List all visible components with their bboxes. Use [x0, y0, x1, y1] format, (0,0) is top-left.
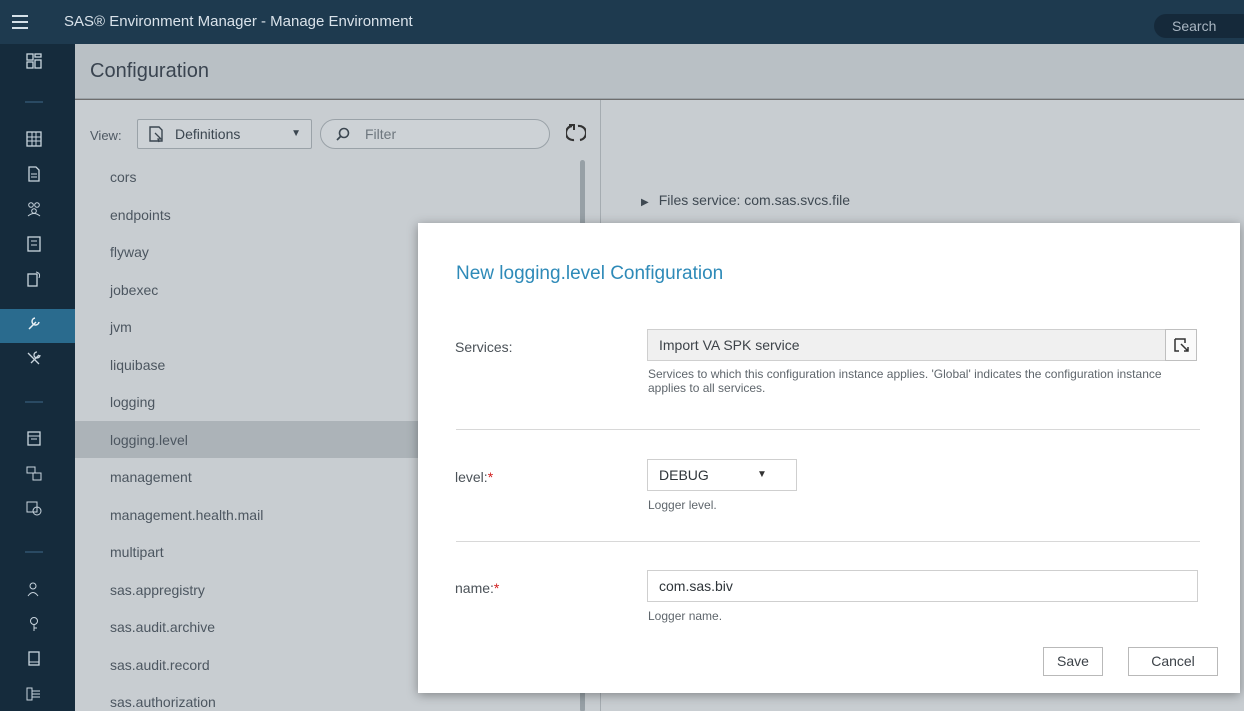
- tools-icon[interactable]: [21, 349, 47, 373]
- divider: [456, 541, 1200, 542]
- refresh-icon[interactable]: [566, 122, 586, 144]
- cancel-button[interactable]: Cancel: [1128, 647, 1218, 676]
- device-icon[interactable]: [21, 650, 47, 674]
- services-help: Services to which this configuration ins…: [648, 367, 1162, 395]
- users-icon[interactable]: [21, 200, 47, 224]
- view-dropdown-value: Definitions: [175, 126, 241, 142]
- save-button[interactable]: Save: [1043, 647, 1103, 676]
- service-row[interactable]: ▶ Files service: com.sas.svcs.file: [641, 192, 850, 208]
- hierarchy-icon[interactable]: [21, 685, 47, 709]
- filter-input[interactable]: Filter: [320, 119, 550, 149]
- document-icon[interactable]: [21, 165, 47, 189]
- menu-icon[interactable]: [8, 10, 34, 34]
- name-field[interactable]: com.sas.biv: [647, 570, 1198, 602]
- user-key-icon[interactable]: [21, 580, 47, 604]
- search-icon: [336, 127, 350, 141]
- level-label: level:*: [455, 469, 494, 485]
- dialog-title: New logging.level Configuration: [456, 263, 724, 284]
- nav-separator: [25, 401, 43, 403]
- name-help: Logger name.: [648, 609, 723, 623]
- nav-separator: [25, 551, 43, 553]
- list-item[interactable]: cors: [75, 158, 580, 196]
- schedule-icon[interactable]: [21, 499, 47, 523]
- content-icon[interactable]: [21, 270, 47, 294]
- app-title: SAS® Environment Manager - Manage Enviro…: [64, 13, 413, 30]
- grid-icon[interactable]: [21, 130, 47, 154]
- chevron-down-icon: ▼: [291, 128, 301, 139]
- servers-icon[interactable]: [21, 464, 47, 488]
- divider: [456, 429, 1200, 430]
- expand-triangle-icon: ▶: [641, 197, 649, 208]
- page-header: Configuration: [75, 44, 1244, 99]
- filter-placeholder: Filter: [365, 126, 397, 142]
- services-field: Import VA SPK service: [647, 329, 1197, 361]
- new-configuration-dialog: New logging.level Configuration Services…: [418, 223, 1240, 693]
- definitions-icon: [149, 126, 163, 143]
- select-icon: [1174, 338, 1189, 352]
- name-label: name:*: [455, 580, 500, 596]
- key-icon[interactable]: [21, 615, 47, 639]
- level-dropdown[interactable]: DEBUG ▼: [647, 459, 797, 491]
- nav-rail: [0, 44, 75, 711]
- nav-separator: [25, 101, 43, 103]
- search-input[interactable]: Search: [1154, 14, 1244, 38]
- services-value: Import VA SPK service: [659, 337, 800, 353]
- calendar-icon[interactable]: [21, 429, 47, 453]
- level-value: DEBUG: [659, 467, 709, 483]
- services-label: Services:: [455, 339, 513, 355]
- service-row-label: Files service: com.sas.svcs.file: [658, 192, 851, 208]
- view-dropdown[interactable]: Definitions ▼: [137, 119, 312, 149]
- checklist-icon[interactable]: [21, 235, 47, 259]
- dashboard-icon[interactable]: [21, 52, 47, 76]
- level-help: Logger level.: [648, 498, 717, 512]
- wrench-icon[interactable]: [21, 314, 47, 338]
- top-bar: SAS® Environment Manager - Manage Enviro…: [0, 0, 1244, 44]
- chevron-down-icon: ▼: [757, 469, 767, 480]
- page-title: Configuration: [90, 60, 209, 82]
- view-label: View:: [90, 128, 122, 143]
- select-services-button[interactable]: [1165, 329, 1197, 361]
